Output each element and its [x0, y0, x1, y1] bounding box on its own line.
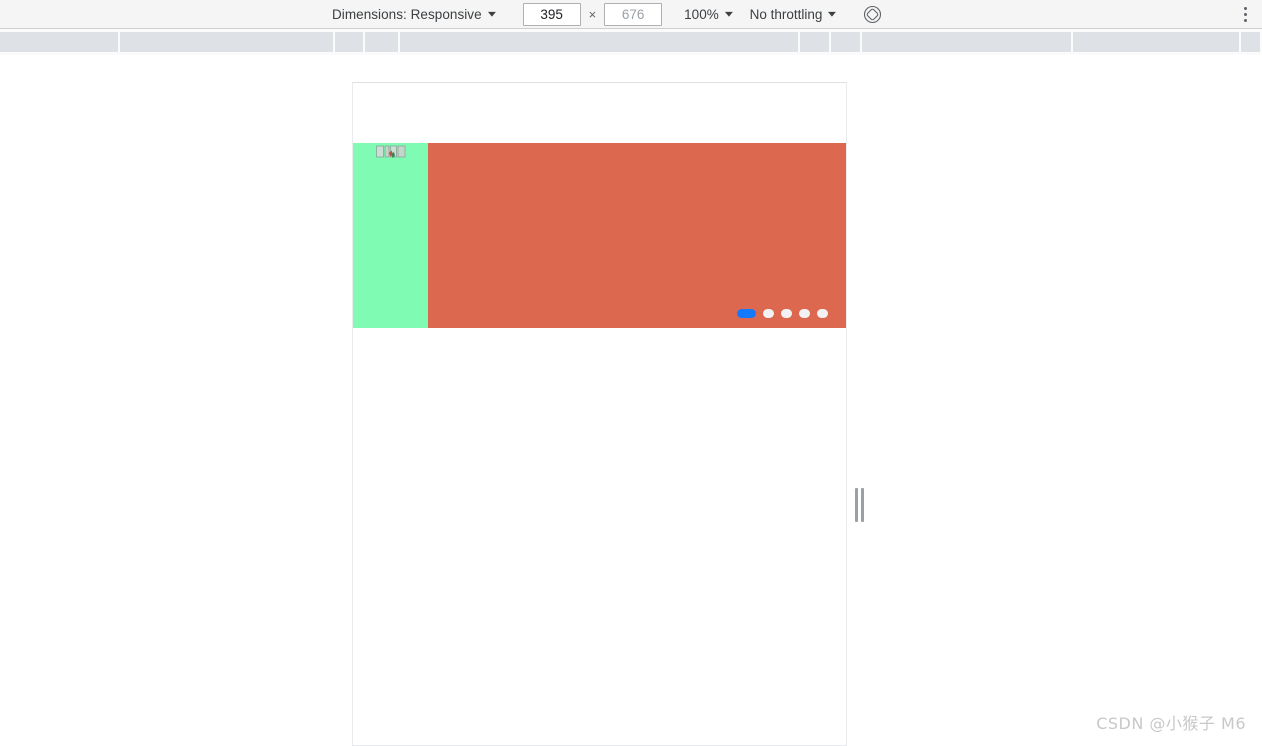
network-throttling-dropdown[interactable]: No throttling ▼ [749, 4, 840, 26]
carousel-dot[interactable] [781, 309, 792, 318]
media-query-segment[interactable] [831, 32, 862, 52]
three-dot-menu-icon [1243, 19, 1247, 22]
device-toolbar: Dimensions: Responsive ▼ × 100% ▼ No thr… [0, 0, 1262, 29]
dimension-multiply-symbol: × [588, 7, 597, 22]
media-query-segment[interactable] [862, 32, 1073, 52]
page-content-area [353, 328, 846, 745]
page-header-space [353, 83, 846, 143]
chevron-down-icon: ▼ [721, 10, 736, 19]
dimensions-label: Dimensions: Responsive [332, 7, 482, 22]
media-query-segment[interactable] [120, 32, 335, 52]
media-query-segment[interactable] [0, 32, 120, 52]
chevron-down-icon: ▼ [484, 10, 499, 19]
media-query-ruler [0, 29, 1262, 55]
carousel-dot-active[interactable] [737, 309, 756, 318]
device-viewport: 你過來， 我有場戀 愛想跟你談一下 ！ [352, 82, 847, 746]
dimensions-preset-dropdown[interactable]: Dimensions: Responsive ▼ [330, 4, 499, 26]
csdn-watermark: CSDN @小猴子 M6 [1096, 714, 1246, 733]
resize-grip-bar [860, 488, 864, 522]
resize-grip-bar [854, 488, 858, 522]
banner-right-panel: 你過來， 我有場戀 愛想跟你談一下 ！ [428, 143, 846, 328]
viewport-height-input[interactable] [604, 3, 663, 26]
three-dot-menu-icon [1243, 13, 1247, 16]
media-query-segment[interactable] [335, 32, 365, 52]
viewport-width-resize-handle[interactable] [852, 487, 866, 523]
media-query-segment[interactable] [365, 32, 400, 52]
carousel-dot[interactable] [817, 309, 828, 318]
carousel-dot[interactable] [799, 309, 810, 318]
carousel-indicators [737, 309, 828, 318]
throttling-value: No throttling [749, 7, 823, 22]
devtools-device-mode-screen: Dimensions: Responsive ▼ × 100% ▼ No thr… [0, 0, 1262, 746]
broken-image-icon [376, 145, 406, 158]
banner-headline: 你過來， 我有場戀 愛想跟你談一下 ！ [538, 195, 756, 253]
carousel-dot[interactable] [763, 309, 774, 318]
zoom-level-value: 100% [684, 7, 719, 22]
rotate-device-button[interactable] [859, 2, 885, 28]
viewport-width-input[interactable] [522, 3, 581, 26]
media-query-segment[interactable] [400, 32, 800, 52]
three-dot-menu-icon [1243, 7, 1247, 10]
media-query-segment[interactable] [1073, 32, 1241, 52]
hero-banner: 你過來， 我有場戀 愛想跟你談一下 ！ [353, 143, 846, 328]
zoom-level-dropdown[interactable]: 100% ▼ [684, 4, 736, 26]
more-options-button[interactable] [1234, 3, 1256, 26]
rotate-device-icon [863, 5, 881, 24]
media-query-track [0, 32, 1262, 52]
rendered-page: 你過來， 我有場戀 愛想跟你談一下 ！ [352, 82, 847, 746]
device-toolbar-controls: Dimensions: Responsive ▼ × 100% ▼ No thr… [330, 0, 885, 29]
media-query-segment[interactable] [800, 32, 831, 52]
banner-left-panel [353, 143, 428, 328]
media-query-segment[interactable] [1241, 32, 1262, 52]
chevron-down-icon: ▼ [825, 10, 840, 19]
